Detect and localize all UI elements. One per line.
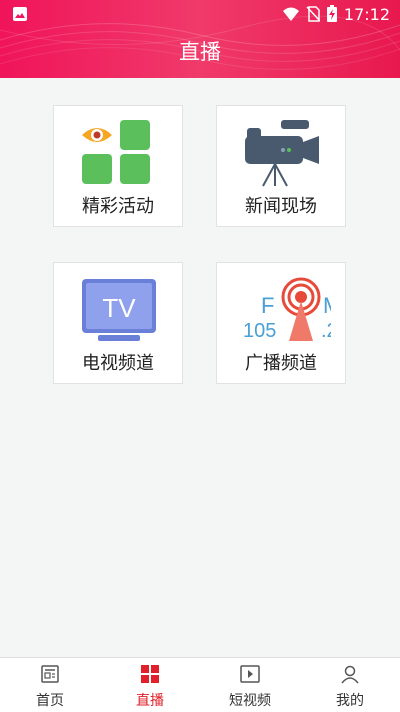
status-icons (282, 5, 338, 23)
card-label: 广播频道 (245, 353, 317, 374)
newspaper-icon (41, 665, 59, 683)
nav-label: 首页 (36, 693, 64, 709)
radio-letter-f: F (261, 293, 274, 318)
bottom-nav: 首页 直播 短视频 我的 (0, 657, 400, 712)
radio-letter-m: M (323, 293, 331, 318)
page-title: 直播 (179, 40, 221, 64)
nav-live[interactable]: 直播 (100, 658, 200, 712)
nav-label: 直播 (136, 693, 164, 709)
no-sim-icon (306, 6, 320, 22)
gallery-icon (13, 7, 27, 21)
wifi-icon (283, 7, 299, 21)
header-bar: 17:12 直播 (0, 0, 400, 78)
nav-short-video[interactable]: 短视频 (200, 658, 300, 712)
card-tv-channel[interactable]: TV 电视频道 (53, 262, 183, 384)
battery-charging-icon (327, 5, 337, 22)
play-video-icon (240, 665, 260, 683)
tv-icon: TV (82, 279, 156, 341)
status-time: 17:12 (343, 5, 390, 24)
user-icon (341, 665, 359, 684)
eye-grid-icon (82, 120, 150, 184)
nav-profile[interactable]: 我的 (300, 658, 400, 712)
nav-label: 我的 (336, 693, 364, 709)
radio-tower-icon: F M 105 .2 (243, 277, 331, 342)
card-label: 电视频道 (82, 353, 154, 374)
nav-home[interactable]: 首页 (0, 658, 100, 712)
video-camera-icon (245, 120, 319, 187)
card-news-scene[interactable]: 新闻现场 (216, 105, 346, 227)
nav-label: 短视频 (229, 693, 271, 709)
card-radio-channel[interactable]: F M 105 .2 广播频道 (216, 262, 346, 384)
card-label: 精彩活动 (82, 196, 154, 217)
status-bar: 17:12 (0, 0, 400, 28)
radio-number-right: .2 (321, 320, 331, 342)
tv-icon-text: TV (102, 293, 136, 323)
live-grid-icon (141, 665, 159, 683)
card-activities[interactable]: 精彩活动 (53, 105, 183, 227)
card-label: 新闻现场 (245, 196, 317, 217)
radio-number-left: 105 (243, 320, 276, 342)
